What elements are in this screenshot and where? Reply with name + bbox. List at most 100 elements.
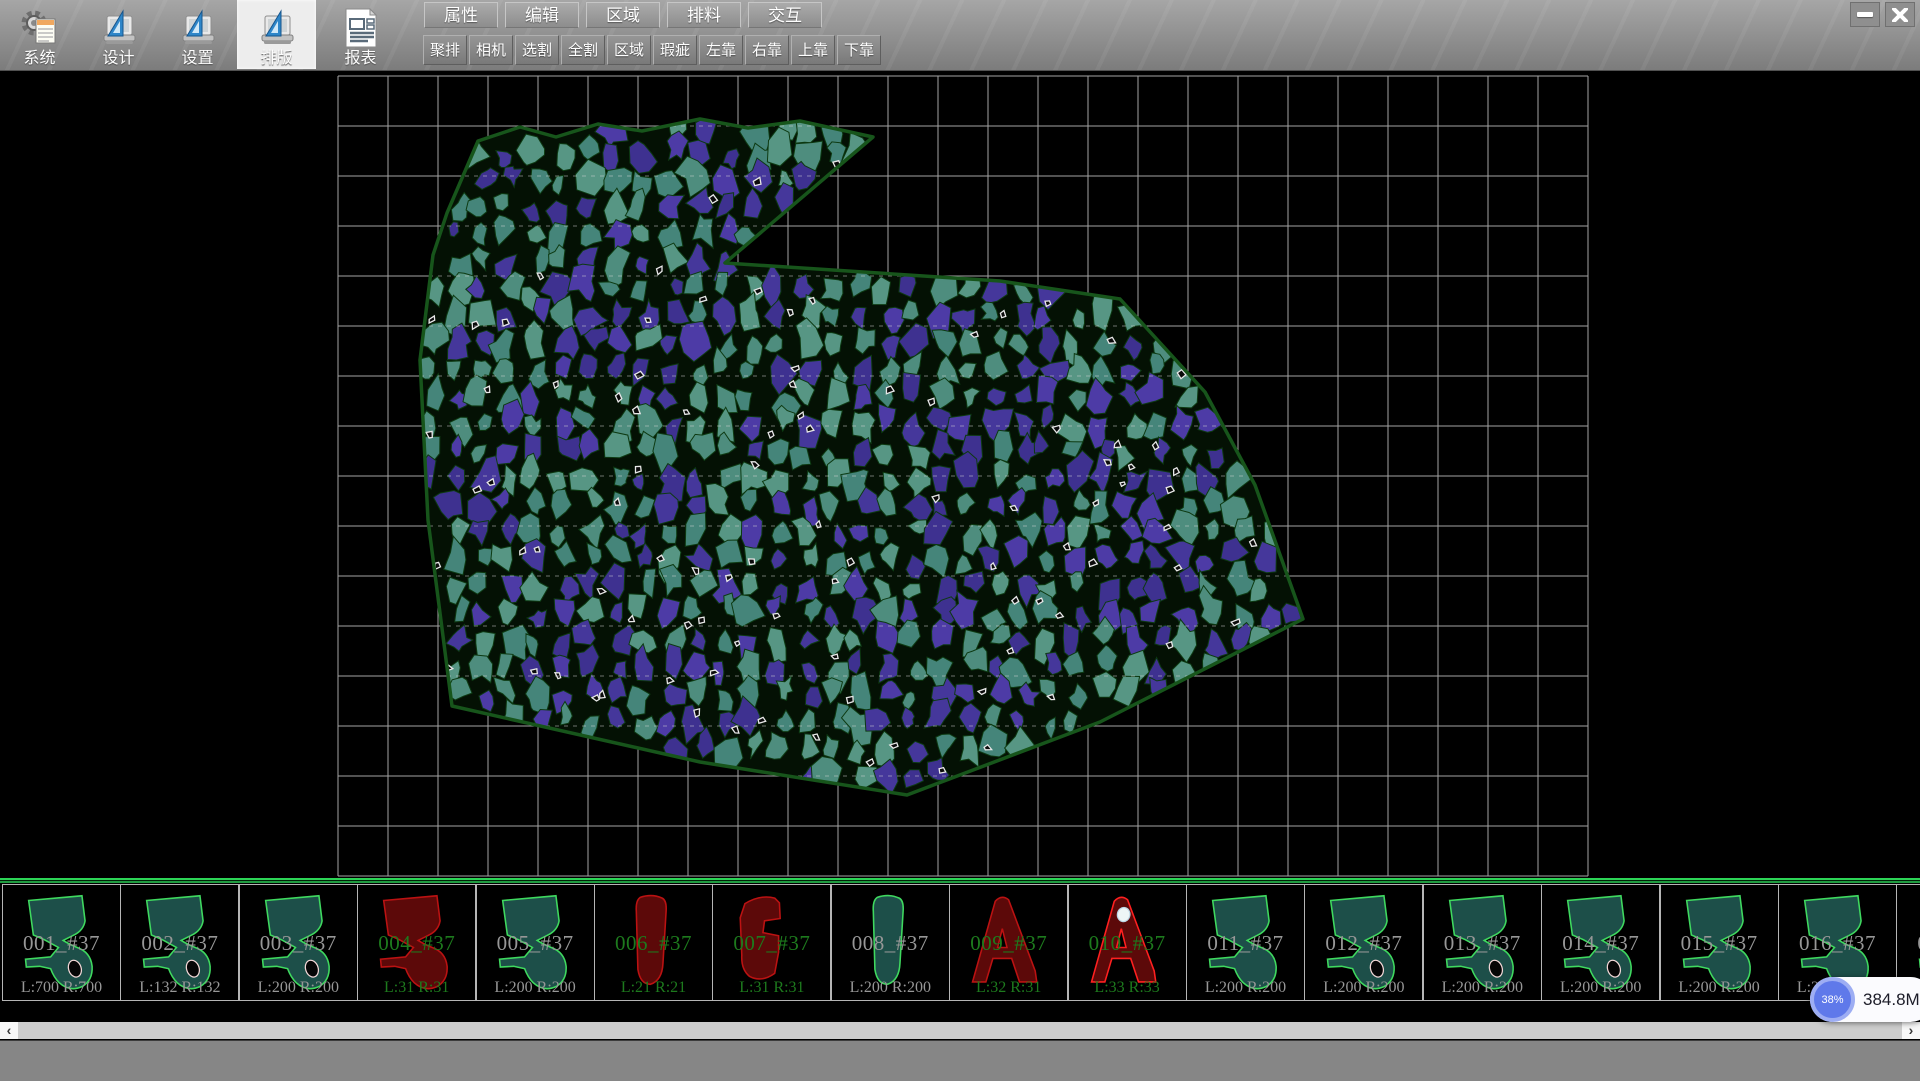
part-name: 017_#37 [1897, 931, 1920, 956]
part-name: 007_#37 [713, 931, 830, 956]
horizontal-scrollbar[interactable]: ‹ › [0, 1022, 1920, 1039]
main-buttons: 系统 设计 设置 排版 报表 [0, 0, 400, 69]
part-lr-count: L:700 R:700 [3, 979, 120, 997]
report-icon [342, 0, 380, 49]
design-icon [99, 0, 139, 49]
part-name: 011_#37 [1187, 931, 1304, 956]
minimize-button[interactable] [1850, 2, 1880, 27]
part-name: 013_#37 [1424, 931, 1541, 956]
main-button-settings[interactable]: 设置 [158, 0, 237, 69]
part-name: 015_#37 [1661, 931, 1778, 956]
thumbnail-strip: 001_#37L:700 R:700002_#37L:132 R:132003_… [0, 878, 1920, 1002]
scroll-right-icon: › [1909, 1022, 1914, 1038]
thumbnail-cell-005_#37[interactable]: 005_#37 L:200 R:200 [476, 884, 595, 1001]
main-button-report[interactable]: 报表 [321, 0, 400, 69]
part-name: 001_#37 [3, 931, 120, 956]
scroll-left-button[interactable]: ‹ [0, 1022, 18, 1039]
part-lr-count: L:200 R:200 [832, 979, 949, 997]
main-button-label: 设置 [181, 49, 213, 69]
part-lr-count: L:200 R:200 [1542, 979, 1659, 997]
thumbnail-cell-011_#37[interactable]: 011_#37 L:200 R:200 [1186, 884, 1305, 1001]
layout-icon [257, 0, 297, 49]
thumbnail-cell-002_#37[interactable]: 002_#37 L:132 R:132 [120, 884, 239, 1001]
menu-tab-5[interactable]: 交互 [748, 2, 822, 28]
minimize-icon [1857, 12, 1873, 17]
thumbnail-cell-015_#37[interactable]: 015_#37 L:200 R:200 [1660, 884, 1779, 1001]
tool-button-8[interactable]: 右靠 [745, 35, 789, 65]
thumbnail-cell-012_#37[interactable]: 012_#37 L:200 R:200 [1304, 884, 1423, 1001]
part-lr-count: L:32 R:31 [950, 979, 1067, 997]
tool-button-7[interactable]: 左靠 [699, 35, 743, 65]
part-name: 004_#37 [358, 931, 475, 956]
part-name: 010_#37 [1069, 931, 1186, 956]
main-button-system[interactable]: 系统 [0, 0, 79, 69]
tool-button-1[interactable]: 聚排 [423, 35, 467, 65]
system-icon [19, 0, 61, 49]
progress-circle: 38% [1810, 977, 1855, 1022]
nesting-svg [0, 70, 1920, 878]
part-name: 002_#37 [121, 931, 238, 956]
ribbon: 系统设计设置排版报表 属性编辑区域排料交互 聚排相机选割全割区域瑕疵左靠右靠上靠… [0, 0, 1920, 71]
part-name: 012_#37 [1305, 931, 1422, 956]
part-lr-count: L:31 R:31 [358, 979, 475, 997]
thumbnail-cells: 001_#37L:700 R:700002_#37L:132 R:132003_… [0, 883, 1920, 1002]
thumbnail-cell-007_#37[interactable]: 007_#37 L:31 R:31 [712, 884, 831, 1001]
part-lr-count: L:200 R:200 [477, 979, 594, 997]
tool-button-9[interactable]: 上靠 [791, 35, 835, 65]
part-name: 008_#37 [832, 931, 949, 956]
thumbnail-cell-001_#37[interactable]: 001_#37 L:700 R:700 [2, 884, 121, 1001]
part-name: 014_#37 [1542, 931, 1659, 956]
menu-tabs-row: 属性编辑区域排料交互 [424, 2, 822, 28]
part-name: 006_#37 [595, 931, 712, 956]
tool-button-2[interactable]: 相机 [469, 35, 513, 65]
thumbnail-cell-008_#37[interactable]: 008_#37 L:200 R:200 [831, 884, 950, 1001]
thumbnail-cell-006_#37[interactable]: 006_#37 L:21 R:21 [594, 884, 713, 1001]
tool-buttons-row: 聚排相机选割全割区域瑕疵左靠右靠上靠下靠 [423, 35, 881, 65]
main-button-label: 报表 [344, 49, 376, 69]
main-button-design[interactable]: 设计 [79, 0, 158, 69]
main-button-label: 设计 [102, 49, 134, 69]
bottom-bar [0, 1040, 1920, 1081]
part-name: 009_#37 [950, 931, 1067, 956]
part-lr-count: L:132 R:132 [121, 979, 238, 997]
thumbnail-cell-009_#37[interactable]: 009_#37 L:32 R:31 [949, 884, 1068, 1001]
menu-tab-3[interactable]: 区域 [586, 2, 660, 28]
close-icon [1892, 8, 1908, 22]
settings-icon [178, 0, 218, 49]
memory-badge: 38% 384.8M [1810, 977, 1920, 1022]
part-lr-count: L:200 R:200 [240, 979, 357, 997]
main-button-label: 系统 [23, 49, 55, 69]
thumbnail-cell-014_#37[interactable]: 014_#37 L:200 R:200 [1541, 884, 1660, 1001]
thumbnail-cell-010_#37[interactable]: 010_#37 L:33 R:33 [1068, 884, 1187, 1001]
part-lr-count: L:200 R:200 [1305, 979, 1422, 997]
tool-button-6[interactable]: 瑕疵 [653, 35, 697, 65]
nesting-canvas[interactable] [0, 70, 1920, 878]
thumbnail-cell-013_#37[interactable]: 013_#37 L:200 R:200 [1423, 884, 1542, 1001]
menu-tab-2[interactable]: 编辑 [505, 2, 579, 28]
part-lr-count: L:31 R:31 [713, 979, 830, 997]
part-lr-count: L:200 R:200 [1424, 979, 1541, 997]
part-name: 005_#37 [477, 931, 594, 956]
part-name: 016_#37 [1779, 931, 1896, 956]
part-lr-count: L:21 R:21 [595, 979, 712, 997]
scroll-left-icon: ‹ [7, 1022, 12, 1038]
part-lr-count: L:33 R:33 [1069, 979, 1186, 997]
menu-tab-4[interactable]: 排料 [667, 2, 741, 28]
tool-button-5[interactable]: 区域 [607, 35, 651, 65]
thumbnail-cell-004_#37[interactable]: 004_#37 L:31 R:31 [357, 884, 476, 1001]
part-lr-count: L:200 R:200 [1661, 979, 1778, 997]
main-button-layout[interactable]: 排版 [237, 0, 316, 69]
tool-button-4[interactable]: 全割 [561, 35, 605, 65]
progress-percent: 38% [1821, 994, 1843, 1006]
part-name: 003_#37 [240, 931, 357, 956]
scroll-right-button[interactable]: › [1902, 1022, 1920, 1039]
tool-button-3[interactable]: 选割 [515, 35, 559, 65]
thumbnail-cell-003_#37[interactable]: 003_#37 L:200 R:200 [239, 884, 358, 1001]
main-button-label: 排版 [260, 49, 292, 69]
window-controls [1850, 2, 1915, 27]
close-button[interactable] [1885, 2, 1915, 27]
tool-button-10[interactable]: 下靠 [837, 35, 881, 65]
menu-tab-1[interactable]: 属性 [424, 2, 498, 28]
part-lr-count: L:200 R:200 [1187, 979, 1304, 997]
memory-value: 384.8M [1863, 990, 1920, 1010]
